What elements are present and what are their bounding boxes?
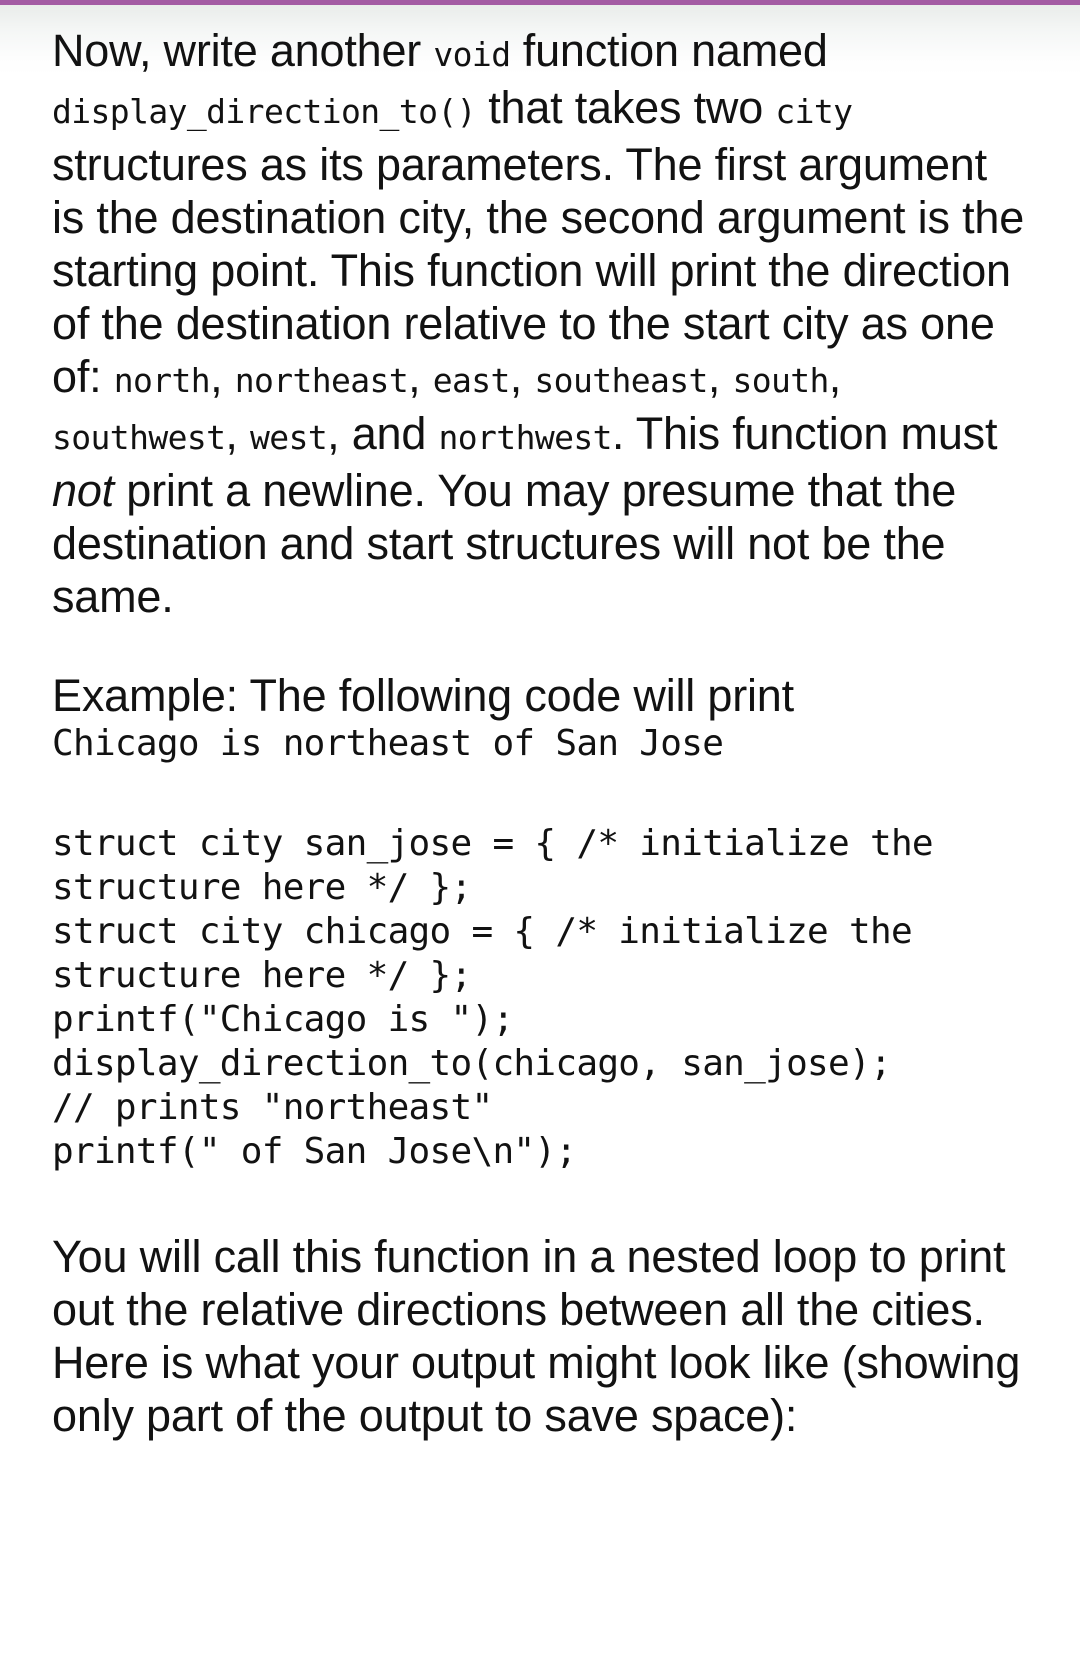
code-void: void [433, 35, 511, 74]
direction-east: east [432, 361, 511, 400]
top-accent-bar [0, 0, 1080, 5]
document-body: Now, write another void function named d… [0, 0, 1080, 1442]
direction-separator-1: , [210, 351, 235, 402]
paragraph-1-segment-6: print a newline. You may presume that th… [52, 465, 957, 622]
direction-separator-5: , [828, 351, 842, 402]
code-display-direction-to: display_direction_to() [52, 92, 476, 131]
paragraph-1-segment-5: . This function must [611, 408, 998, 459]
direction-north: north [113, 361, 211, 400]
direction-separator-4: , [707, 351, 733, 402]
direction-separator-3: , [509, 351, 535, 402]
emphasis-not: not [52, 465, 114, 516]
direction-southeast: southeast [534, 361, 708, 400]
example-output-text: Chicago is northeast of San Jose [52, 723, 724, 764]
direction-southwest: southwest [52, 418, 226, 457]
direction-separator-2: , [408, 351, 433, 402]
paragraph-1-segment-1: Now, write another [52, 25, 434, 76]
paragraph-1-segment-2: function named [510, 25, 828, 76]
direction-northeast: northeast [234, 361, 409, 400]
paragraph-1-segment-3: that takes two [475, 82, 776, 133]
direction-northwest: northwest [438, 418, 613, 457]
direction-separator-7: , and [327, 408, 439, 459]
direction-south: south [732, 361, 829, 400]
example-intro-line: Example: The following code will print [52, 670, 794, 721]
nested-loop-paragraph: You will call this function in a nested … [52, 1231, 1021, 1441]
example-code-block: struct city san_jose = { /* initialize t… [52, 823, 934, 1172]
direction-west: west [250, 418, 328, 457]
code-city: city [775, 92, 853, 131]
instructions-paragraph: Now, write another void function named d… [52, 24, 1028, 623]
direction-separator-6: , [225, 408, 251, 459]
